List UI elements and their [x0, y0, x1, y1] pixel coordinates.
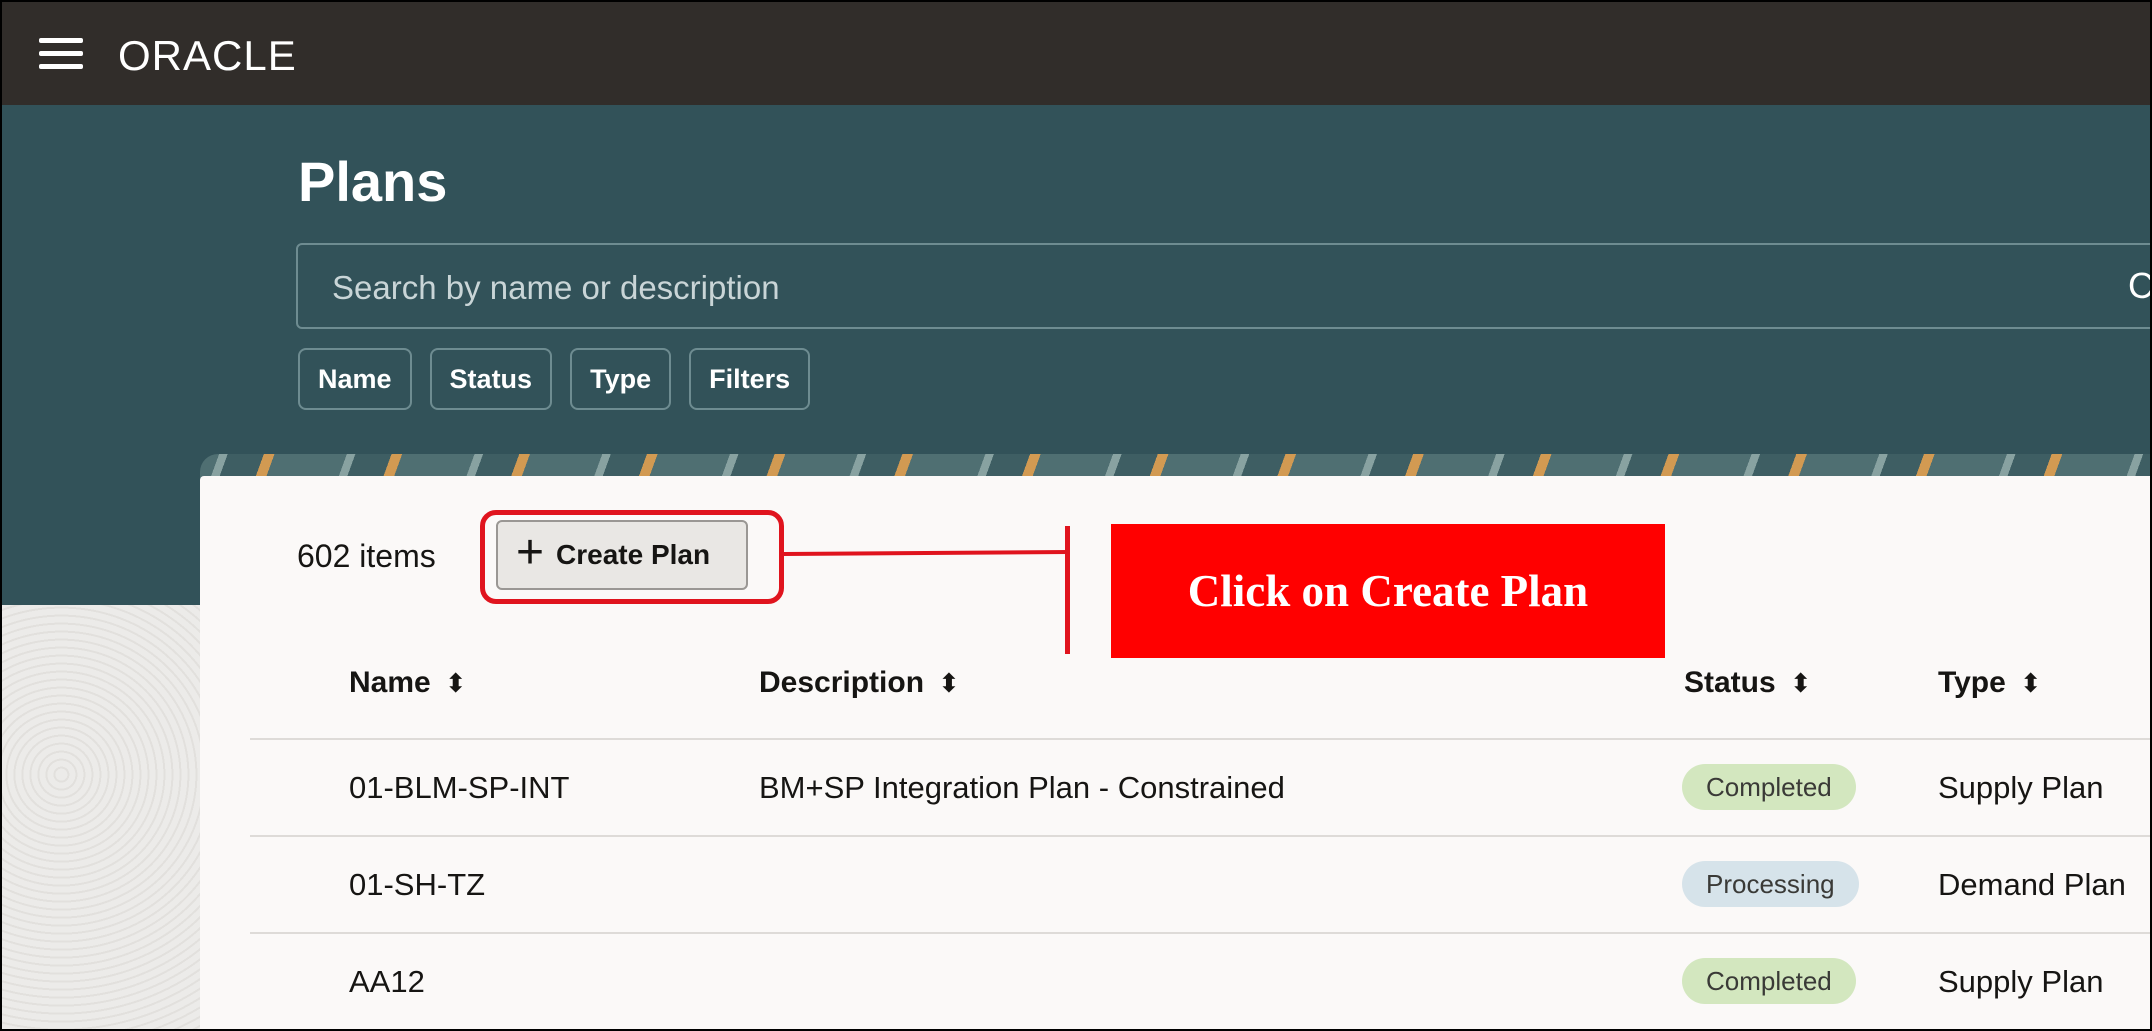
- table-row[interactable]: AA12 Completed Supply Plan: [250, 932, 2150, 1029]
- search-input[interactable]: Search by name or description C: [296, 243, 2150, 329]
- table-row[interactable]: 01-SH-TZ Processing Demand Plan: [250, 835, 2150, 933]
- sort-icon[interactable]: ⬍: [1790, 668, 1812, 698]
- plan-description: BM+SP Integration Plan - Constrained: [759, 770, 1285, 805]
- column-header-label: Type: [1938, 666, 2006, 699]
- column-header-name[interactable]: Name ⬍: [349, 666, 467, 700]
- status-badge: Completed: [1682, 764, 1856, 810]
- top-bar: ORACLE: [2, 2, 2150, 105]
- background-pattern: [2, 605, 200, 1029]
- plan-type: Demand Plan: [1938, 867, 2126, 902]
- filter-chip-status[interactable]: Status: [429, 348, 553, 410]
- column-header-status[interactable]: Status ⬍: [1684, 666, 1811, 700]
- status-badge: Processing: [1682, 861, 1859, 907]
- page-title: Plans: [298, 150, 448, 213]
- filter-chips: Name Status Type Filters: [298, 348, 811, 410]
- plan-name[interactable]: 01-SH-TZ: [349, 867, 485, 903]
- sort-icon[interactable]: ⬍: [938, 668, 960, 698]
- column-header-label: Status: [1684, 666, 1776, 699]
- plan-name[interactable]: AA12: [349, 964, 425, 1000]
- filter-chip-type[interactable]: Type: [570, 348, 672, 410]
- items-count: 602 items: [297, 538, 436, 574]
- column-header-label: Description: [759, 666, 925, 699]
- column-header-label: Name: [349, 666, 431, 699]
- sort-icon[interactable]: ⬍: [2020, 668, 2042, 698]
- decorative-banner: [200, 454, 2150, 478]
- table-row[interactable]: 01-BLM-SP-INT BM+SP Integration Plan - C…: [250, 738, 2150, 836]
- app-window: ORACLE Plans Search by name or descripti…: [0, 0, 2152, 1031]
- plan-type: Supply Plan: [1938, 770, 2104, 805]
- sort-icon[interactable]: ⬍: [445, 668, 467, 698]
- filter-chip-name[interactable]: Name: [298, 348, 412, 410]
- callout-highlight-ring: [480, 510, 784, 604]
- column-header-type[interactable]: Type ⬍: [1938, 666, 2042, 700]
- plan-type: Supply Plan: [1938, 964, 2104, 999]
- filter-chip-filters[interactable]: Filters: [689, 348, 811, 410]
- column-header-description[interactable]: Description ⬍: [759, 666, 960, 700]
- status-badge: Completed: [1682, 958, 1856, 1004]
- instruction-callout: Click on Create Plan: [1111, 524, 1665, 658]
- search-placeholder: Search by name or description: [332, 269, 780, 306]
- hamburger-menu-icon[interactable]: [39, 38, 83, 70]
- callout-connector-bar: [1065, 526, 1070, 654]
- plan-name[interactable]: 01-BLM-SP-INT: [349, 770, 569, 806]
- oracle-logo: ORACLE: [118, 32, 297, 79]
- search-clear-icon[interactable]: C: [2128, 265, 2150, 307]
